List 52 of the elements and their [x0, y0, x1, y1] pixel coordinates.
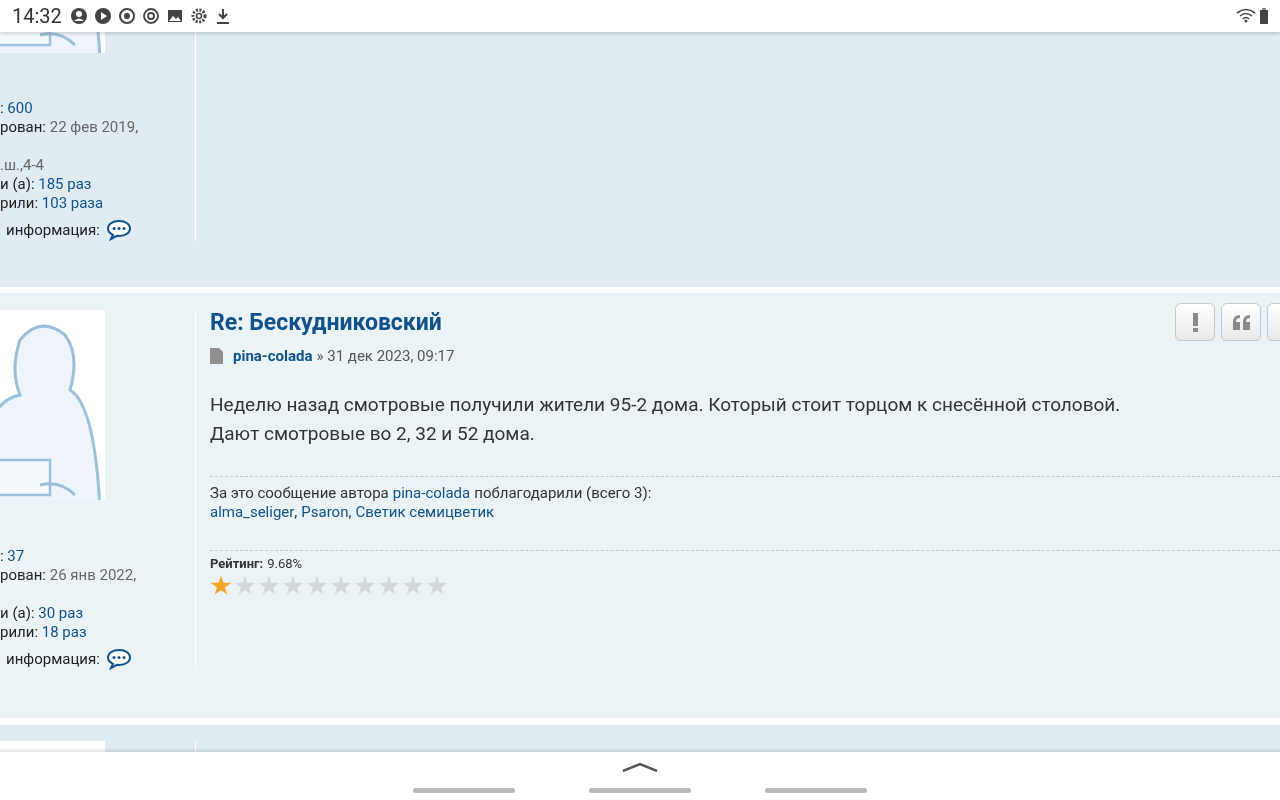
post-title[interactable]: Re: Бескудниковский: [210, 310, 1175, 336]
rating-value: 9.68%: [267, 554, 303, 572]
profile-value: .ш.,4-4: [0, 156, 44, 175]
profile-label: информация:: [6, 649, 100, 669]
nav-handle[interactable]: [765, 788, 867, 793]
profile-label: рован:: [0, 566, 47, 585]
exclamation-icon: [1192, 312, 1198, 332]
profile-label: и (а):: [0, 604, 36, 623]
thanks-text: За это сообщение автора: [210, 483, 389, 503]
author-link[interactable]: pina-colada: [392, 483, 471, 503]
rating-label: Рейтинг:: [210, 554, 264, 572]
profile-label: рован:: [0, 118, 47, 137]
profile-link[interactable]: 185 раз: [38, 175, 92, 194]
report-button[interactable]: [1175, 303, 1215, 341]
comma-separator: ,: [294, 502, 298, 522]
caret-up-icon[interactable]: [621, 762, 659, 772]
quote-icon: [1231, 313, 1251, 331]
profile-link[interactable]: 37: [7, 547, 25, 566]
comma-separator: ,: [348, 502, 352, 522]
profile-value: 22 фев 2019,: [49, 118, 139, 137]
user-link[interactable]: alma_seliger: [210, 502, 295, 522]
account-icon: [69, 7, 88, 25]
chat-bubble-icon[interactable]: [105, 648, 132, 670]
battery-icon: [1260, 8, 1268, 24]
thanks-text: поблагодарили (всего 3):: [474, 483, 652, 503]
profile-link[interactable]: 30 раз: [38, 604, 84, 623]
quote-button[interactable]: [1221, 303, 1261, 341]
profile-value: 26 янв 2022,: [49, 566, 137, 585]
profile-link[interactable]: 103 раза: [41, 194, 104, 213]
clock-time: 14:32: [12, 3, 62, 30]
target-icon: [141, 7, 160, 25]
play-icon: [93, 7, 112, 25]
post-date: » 31 дек 2023, 09:17: [316, 346, 455, 367]
profile-link[interactable]: 18 раз: [41, 623, 87, 642]
user-link[interactable]: Светик семицветик: [355, 502, 495, 522]
author-link[interactable]: pina-colada: [233, 345, 313, 368]
nav-handle[interactable]: [413, 788, 515, 793]
profile-link[interactable]: 600: [7, 99, 33, 118]
nav-handle[interactable]: [589, 788, 691, 793]
document-icon: [210, 348, 223, 365]
chat-bubble-icon[interactable]: [105, 219, 132, 241]
profile-label: рили:: [0, 623, 40, 642]
wifi-icon: [1236, 8, 1256, 24]
profile-label: :: [0, 99, 5, 118]
profile-label: и (а):: [0, 175, 36, 194]
profile-label: информация:: [6, 220, 100, 240]
image-icon: [165, 7, 184, 25]
post-text: Дают смотровые во 2, 32 и 52 дома.: [210, 420, 536, 447]
post-text: Неделю назад смотровые получили жители 95-2 дома. Который стоит торцом к снесённой столовой.: [210, 391, 1122, 418]
profile-label: рили:: [0, 194, 40, 213]
settings-icon: [189, 7, 208, 25]
profile-label: :: [0, 547, 5, 566]
